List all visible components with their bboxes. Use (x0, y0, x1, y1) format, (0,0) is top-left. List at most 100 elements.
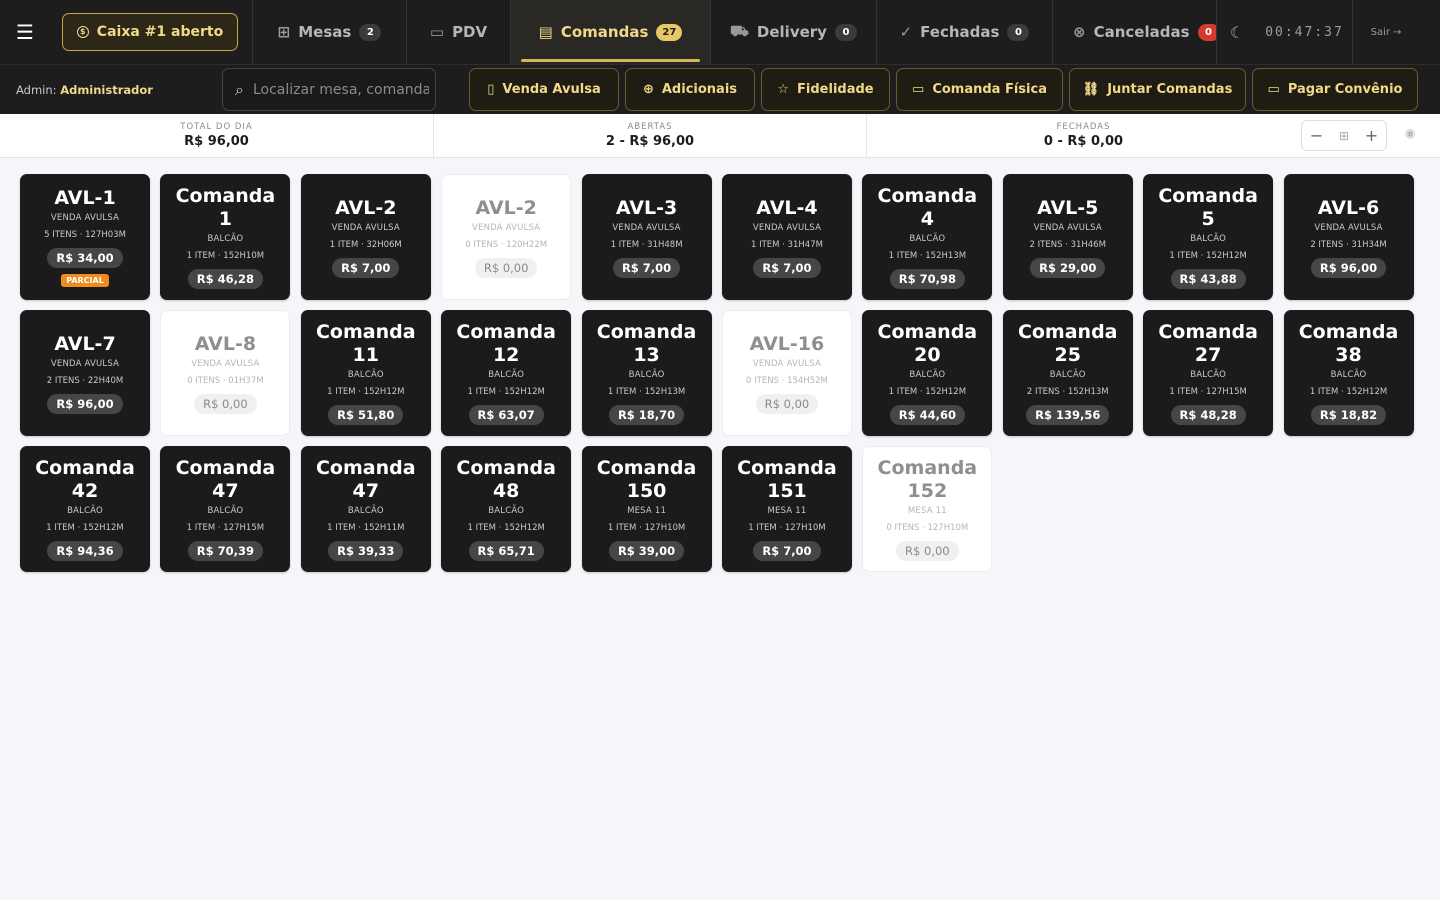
card-type: VENDA AVULSA (50, 213, 120, 223)
card-title: AVL-4 (756, 196, 818, 219)
caixa-status-button[interactable]: $ Caixa #1 aberto (62, 13, 238, 51)
card-meta: 1 ITEM · 127H10M (607, 523, 686, 533)
minus-icon[interactable]: − (1310, 126, 1323, 145)
tab-pdv[interactable]: ▭ PDV (407, 0, 511, 64)
card-type: VENDA AVULSA (612, 222, 681, 233)
search-input[interactable] (252, 81, 429, 98)
fidelidade-button[interactable]: ☆ Fidelidade (761, 68, 890, 111)
stat-value: 0 - R$ 0,00 (1043, 134, 1124, 149)
card-title: Comanda 150 (596, 457, 697, 502)
card-title: Comanda 47 (315, 457, 416, 502)
card-type: BALCÃO (1190, 234, 1227, 244)
card-title: AVL-6 (1317, 196, 1380, 219)
zoom-control: − ⊞ + (1301, 120, 1387, 151)
tab-label: Fechadas (920, 23, 1000, 41)
credit-card-icon: ▭ (1267, 82, 1280, 97)
comanda-card[interactable]: Comanda 25 BALCÃO 2 ITENS · 152H13M R$ 139,… (1002, 310, 1133, 436)
card-price: R$ 43,88 (1170, 269, 1246, 289)
comanda-card[interactable]: AVL-2 VENDA AVULSA 1 ITEM · 32H06M R$ 7,00 (300, 174, 431, 300)
card-type: VENDA AVULSA (331, 222, 400, 233)
tab-fechadas[interactable]: ✓ Fechadas 0 (877, 0, 1053, 64)
comanda-card[interactable]: Comanda 47 BALCÃO 1 ITEM · 127H15M R$ 70,39 (160, 446, 291, 572)
comanda-card[interactable]: Comanda 38 BALCÃO 1 ITEM · 152H12M R$ 18,82 (1283, 310, 1414, 436)
comanda-card[interactable]: AVL-7 VENDA AVULSA 2 ITENS · 22H40M R$ 96,0… (20, 310, 150, 436)
card-price: R$ 46,28 (187, 269, 264, 289)
card-meta: 1 ITEM · 152H12M (46, 523, 124, 533)
card-price: R$ 51,80 (328, 405, 404, 425)
monitor-icon: ▭ (429, 23, 445, 41)
card-meta: 1 ITEM · 31H48M (610, 239, 683, 250)
tab-comandas[interactable]: ▤ Comandas 27 (511, 0, 711, 64)
card-meta: 1 ITEM · 32H06M (329, 239, 402, 250)
search-box: ⌕ (222, 68, 436, 111)
comanda-card[interactable]: Comanda 13 BALCÃO 1 ITEM · 152H13M R$ 18,70 (581, 310, 712, 436)
tab-mesas[interactable]: ⊞ Mesas 2 (253, 0, 407, 64)
comandas-grid: AVL-1 VENDA AVULSA 5 ITENS · 127H03M R$ 34,… (20, 174, 1414, 572)
card-meta: 0 ITENS · 120H22M (465, 239, 548, 250)
admin-name: Administrador (60, 82, 153, 97)
pagar-convenio-button[interactable]: ▭ Pagar Convênio (1252, 68, 1418, 111)
card-icon: ▭ (912, 82, 925, 97)
juntar-comandas-button[interactable]: ⛓ Juntar Comandas (1069, 68, 1246, 111)
dark-mode-icon[interactable]: ☾ (1217, 0, 1257, 64)
card-price: R$ 0,00 (755, 393, 819, 414)
comanda-card[interactable]: Comanda 151 MESA 11 1 ITEM · 127H10M R$ 7,0… (721, 446, 852, 572)
card-type: BALCÃO (488, 506, 525, 516)
comanda-card[interactable]: AVL-1 VENDA AVULSA 5 ITENS · 127H03M R$ 34,… (20, 174, 150, 300)
eye-icon[interactable]: ◉ (1405, 126, 1415, 140)
tab-label: Mesas (298, 23, 352, 41)
comanda-card[interactable]: Comanda 12 BALCÃO 1 ITEM · 152H12M R$ 63,07 (441, 310, 572, 436)
card-price: R$ 48,28 (1170, 405, 1246, 425)
tab-canceladas[interactable]: ⊗ Canceladas 0 (1053, 0, 1217, 64)
logout-label: Sair (1370, 26, 1390, 38)
card-title: AVL-7 (54, 332, 116, 355)
card-type: BALCÃO (909, 370, 946, 380)
adicionais-button[interactable]: ⊕ Adicionais (625, 68, 755, 111)
menu-icon[interactable]: ☰ (0, 0, 50, 64)
comanda-card[interactable]: Comanda 27 BALCÃO 1 ITEM · 127H15M R$ 48,28 (1143, 310, 1274, 436)
card-price: R$ 7,00 (753, 541, 821, 561)
card-meta: 0 ITENS · 154H52M (746, 375, 828, 386)
comanda-card[interactable]: AVL-5 VENDA AVULSA 2 ITENS · 31H46M R$ 29,0… (1002, 174, 1133, 300)
comanda-card[interactable]: Comanda 11 BALCÃO 1 ITEM · 152H12M R$ 51,80 (300, 310, 431, 436)
tab-badge: 0 (834, 23, 857, 41)
comanda-card[interactable]: Comanda 47 BALCÃO 1 ITEM · 152H11M R$ 39,33 (300, 446, 431, 572)
comanda-card[interactable]: Comanda 1 BALCÃO 1 ITEM · 152H10M R$ 46,28 (160, 174, 291, 300)
comanda-fisica-button[interactable]: ▭ Comanda Física (896, 68, 1063, 111)
comanda-card[interactable]: AVL-6 VENDA AVULSA 2 ITENS · 31H34M R$ 96,0… (1283, 174, 1414, 300)
tab-label: PDV (452, 23, 488, 41)
card-meta: 1 ITEM · 152H12M (467, 523, 545, 533)
grid-icon: ⊞ (277, 23, 291, 41)
card-price: R$ 70,39 (187, 541, 264, 561)
card-meta: 1 ITEM · 152H13M (607, 387, 686, 397)
comanda-card[interactable]: Comanda 42 BALCÃO 1 ITEM · 152H12M R$ 94,36 (20, 446, 150, 572)
card-price: R$ 18,70 (608, 405, 685, 425)
tab-delivery[interactable]: ⛟ Delivery 0 (711, 0, 877, 64)
card-type: MESA 11 (767, 506, 807, 516)
card-title: Comanda 48 (456, 457, 556, 502)
comanda-card[interactable]: Comanda 48 BALCÃO 1 ITEM · 152H12M R$ 65,71 (441, 446, 572, 572)
comanda-card[interactable]: Comanda 152 MESA 11 0 ITENS · 127H10M R$ 0,… (862, 446, 993, 572)
comanda-card[interactable]: Comanda 5 BALCÃO 1 ITEM · 152H12M R$ 43,88 (1143, 174, 1274, 300)
comanda-card[interactable]: Comanda 4 BALCÃO 1 ITEM · 152H13M R$ 70,98 (862, 174, 993, 300)
card-meta: 1 ITEM · 152H12M (1309, 387, 1388, 397)
comanda-card[interactable]: Comanda 150 MESA 11 1 ITEM · 127H10M R$ 39,… (581, 446, 712, 572)
logout-button[interactable]: Sair → (1353, 0, 1419, 64)
card-price: R$ 7,00 (753, 257, 821, 278)
venda-avulsa-button[interactable]: ▯ Venda Avulsa (469, 68, 619, 111)
stat-abertas: ABERTAS 2 - R$ 96,00 (434, 114, 867, 157)
receipt-icon: ▯ (487, 82, 495, 97)
admin-info: Admin: Administrador (0, 83, 194, 97)
cash-icon: $ (76, 26, 89, 38)
comanda-card[interactable]: Comanda 20 BALCÃO 1 ITEM · 152H12M R$ 44,60 (862, 310, 993, 436)
card-price: R$ 44,60 (889, 405, 965, 425)
tab-badge: 2 (359, 23, 382, 41)
plus-icon[interactable]: + (1365, 126, 1378, 145)
grid-size-icon[interactable]: ⊞ (1339, 129, 1349, 143)
card-meta: 0 ITENS · 127H10M (886, 523, 969, 533)
comanda-card[interactable]: AVL-4 VENDA AVULSA 1 ITEM · 31H47M R$ 7,00 (721, 174, 852, 300)
comanda-card[interactable]: AVL-2 VENDA AVULSA 0 ITENS · 120H22M R$ 0,0… (441, 174, 572, 300)
comanda-card[interactable]: AVL-3 VENDA AVULSA 1 ITEM · 31H48M R$ 7,00 (581, 174, 712, 300)
comanda-card[interactable]: AVL-8 VENDA AVULSA 0 ITENS · 01H37M R$ 0,00 (160, 310, 291, 436)
comanda-card[interactable]: AVL-16 VENDA AVULSA 0 ITENS · 154H52M R$ 0,… (721, 310, 852, 436)
